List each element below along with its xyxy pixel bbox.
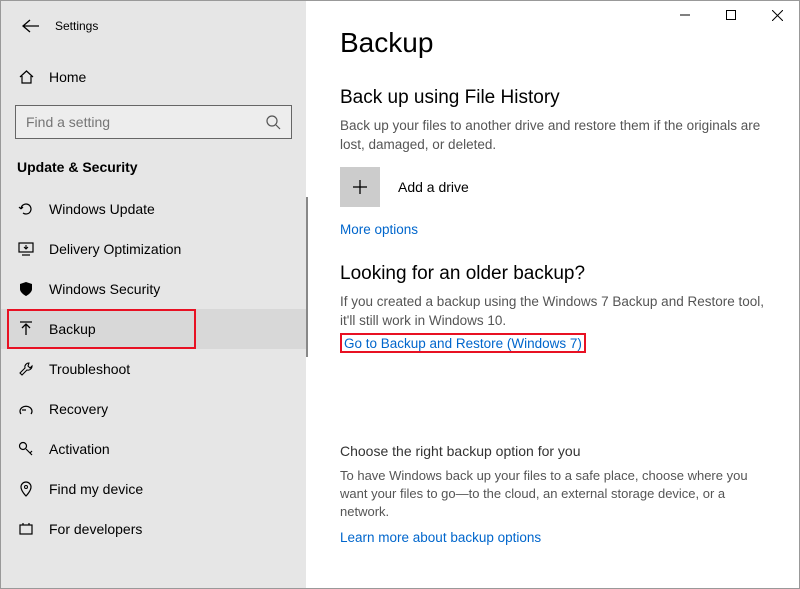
home-icon [17,69,35,85]
refresh-icon [17,201,35,217]
sidebar-item-windows-update[interactable]: Windows Update [1,189,306,229]
learn-more-link[interactable]: Learn more about backup options [340,530,541,545]
shield-icon [17,281,35,297]
sidebar-item-label: Windows Update [49,201,155,217]
sidebar-item-label: Backup [49,321,96,337]
page-title: Backup [340,27,765,59]
wrench-icon [17,361,35,377]
sidebar-item-troubleshoot[interactable]: Troubleshoot [1,349,306,389]
sidebar-item-find-my-device[interactable]: Find my device [1,469,306,509]
sidebar-item-delivery-optimization[interactable]: Delivery Optimization [1,229,306,269]
add-drive-label: Add a drive [398,179,469,195]
scrollbar[interactable] [306,197,308,357]
upload-icon [17,321,35,337]
filehistory-heading: Back up using File History [340,87,765,109]
sidebar-item-label: Delivery Optimization [49,241,181,257]
sidebar-item-for-developers[interactable]: For developers [1,509,306,549]
filehistory-desc: Back up your files to another drive and … [340,117,765,155]
section-title: Update & Security [1,153,306,189]
older-backup-desc: If you created a backup using the Window… [340,293,765,331]
choose-heading: Choose the right backup option for you [340,443,765,459]
home-link[interactable]: Home [1,59,306,95]
key-icon [17,441,35,457]
sidebar-item-label: Recovery [49,401,108,417]
search-icon [266,115,281,130]
highlight-box [7,309,196,349]
sidebar-item-label: Find my device [49,481,143,497]
sidebar-item-windows-security[interactable]: Windows Security [1,269,306,309]
search-box[interactable] [15,105,292,139]
sidebar-item-recovery[interactable]: Recovery [1,389,306,429]
choose-desc: To have Windows back up your files to a … [340,467,765,522]
sidebar-item-backup[interactable]: Backup [1,309,306,349]
content-area: Backup Back up using File History Back u… [306,1,799,588]
back-button[interactable] [17,12,45,40]
add-drive-button[interactable]: Add a drive [340,167,765,207]
location-icon [17,481,35,497]
highlight-box: Go to Backup and Restore (Windows 7) [340,333,586,353]
home-label: Home [49,69,86,85]
sidebar-item-label: Troubleshoot [49,361,130,377]
search-input[interactable] [26,114,266,130]
plus-icon [340,167,380,207]
recovery-icon [17,402,35,416]
sidebar: Settings Home Update & Security Windows … [1,1,306,588]
sidebar-item-label: Activation [49,441,110,457]
sidebar-item-label: Windows Security [49,281,160,297]
sidebar-item-label: For developers [49,521,142,537]
sidebar-item-activation[interactable]: Activation [1,429,306,469]
more-options-link[interactable]: More options [340,222,418,237]
app-title: Settings [55,19,98,33]
older-backup-heading: Looking for an older backup? [340,263,765,285]
developer-icon [17,522,35,536]
backup-restore-win7-link[interactable]: Go to Backup and Restore (Windows 7) [344,336,582,351]
download-icon [17,242,35,256]
